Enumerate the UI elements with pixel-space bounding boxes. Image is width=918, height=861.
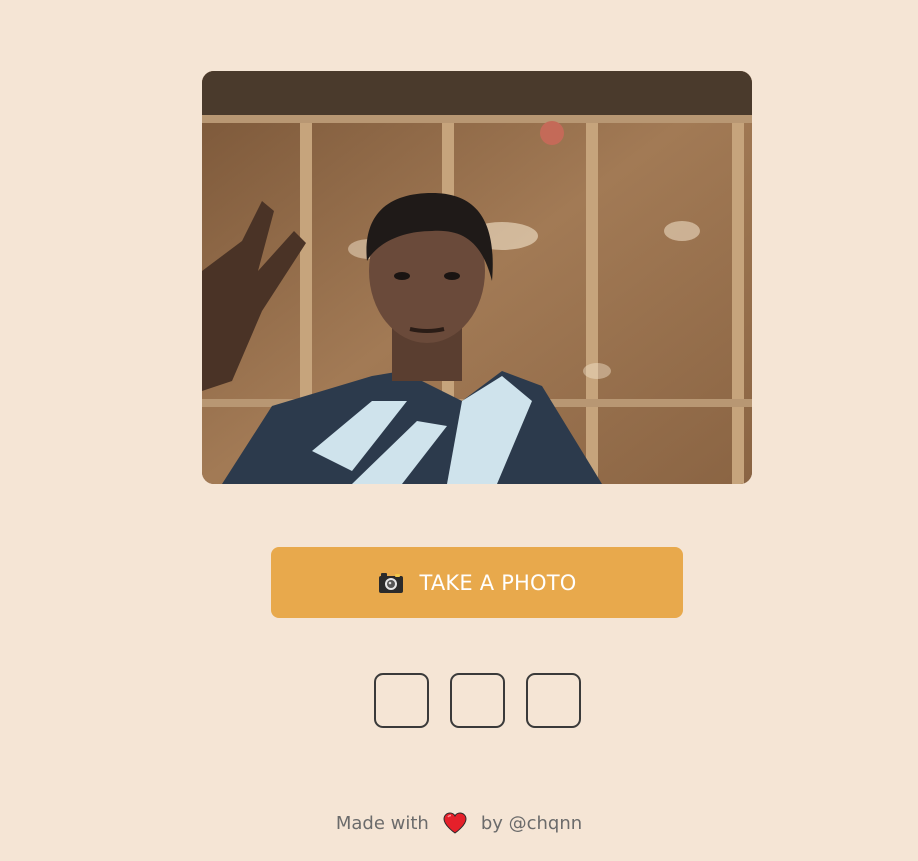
photo-slot-2[interactable] <box>450 673 505 728</box>
camera-preview <box>202 71 752 484</box>
photo-slot-3[interactable] <box>526 673 581 728</box>
take-photo-label: TAKE A PHOTO <box>419 570 577 595</box>
footer-suffix: by @chqnn <box>480 812 583 834</box>
take-photo-button[interactable]: TAKE A PHOTO <box>271 547 683 618</box>
heart-icon <box>443 812 467 834</box>
camera-frame-image <box>202 71 752 484</box>
footer-prefix: Made with <box>335 812 429 834</box>
photo-thumbnails <box>374 673 581 728</box>
footer: Made with by @chqnn <box>0 812 918 834</box>
photo-booth-app: TAKE A PHOTO Made with by @chqnn <box>0 0 918 861</box>
photo-slot-1[interactable] <box>374 673 429 728</box>
camera-icon <box>379 572 404 593</box>
